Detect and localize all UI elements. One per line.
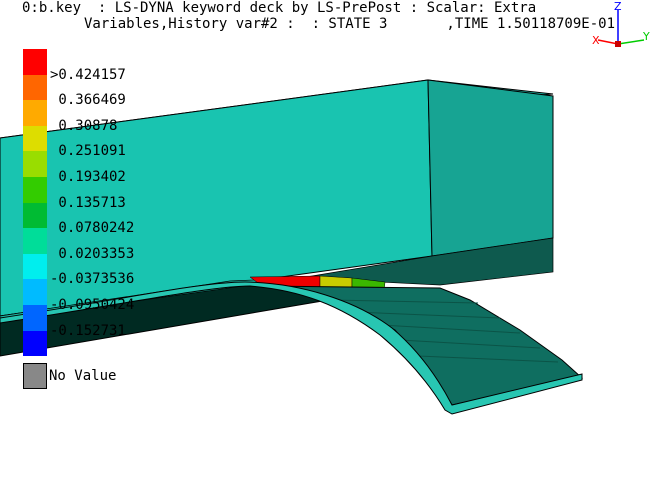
legend-swatch: [23, 330, 47, 357]
triad-origin: [615, 41, 621, 47]
legend-swatch: [23, 279, 47, 305]
z-axis-label: Z: [614, 0, 622, 13]
y-axis-label: Y: [642, 30, 650, 43]
legend-swatch: [23, 49, 47, 75]
legend-label: -0.152731: [50, 322, 126, 339]
axis-triad: Z Y X: [592, 0, 650, 47]
legend-label: 0.366469: [50, 92, 126, 109]
legend-label: -0.0373536: [50, 271, 135, 288]
legend-swatch: [23, 305, 47, 331]
legend-swatch: [23, 177, 47, 203]
legend-swatch: [23, 125, 47, 152]
legend-swatch: [23, 100, 47, 126]
legend-label: 0.30878: [50, 117, 118, 134]
legend-label: 0.251091: [50, 143, 126, 160]
no-value-label: No Value: [49, 368, 117, 384]
legend-label: >0.424157: [50, 66, 126, 83]
legend-swatch: [23, 151, 47, 177]
x-axis-label: X: [592, 34, 600, 47]
legend-swatch: [23, 253, 47, 280]
legend-label: 0.0780242: [50, 220, 135, 237]
legend-label: 0.135713: [50, 194, 126, 211]
y-axis-line: [617, 39, 645, 45]
legend-swatch: [23, 228, 47, 254]
legend-label: -0.0950424: [50, 297, 135, 313]
no-value-swatch: [23, 363, 47, 389]
legend-label: 0.193402: [50, 169, 126, 185]
legend-label: 0.0203353: [50, 245, 135, 262]
legend-swatch: [23, 74, 47, 101]
legend-swatch: [23, 202, 47, 229]
beam-end-face: [427, 79, 554, 257]
